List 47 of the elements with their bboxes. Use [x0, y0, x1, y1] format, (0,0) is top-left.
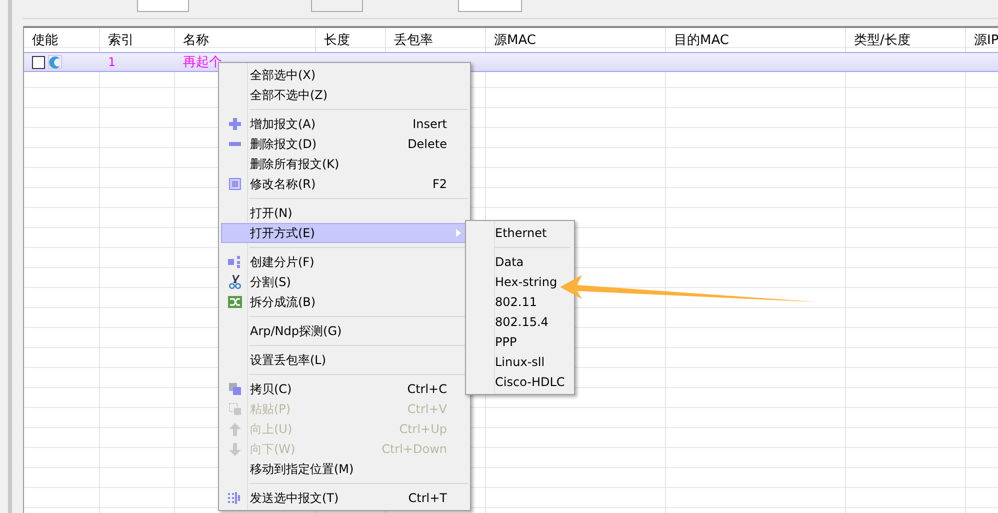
- menu-item[interactable]: 分割(S): [221, 272, 468, 292]
- menu-item[interactable]: 增加报文(A) Insert: [221, 114, 468, 134]
- menu-item[interactable]: 删除所有报文(K): [221, 154, 468, 174]
- menu-item[interactable]: 拷贝(C) Ctrl+C: [221, 379, 468, 399]
- column-header[interactable]: 目的MAC: [674, 31, 729, 49]
- submenu-arrow-icon: [456, 229, 461, 237]
- menu-item[interactable]: 设置丢包率(L): [221, 350, 468, 370]
- paste-icon: [229, 403, 241, 415]
- submenu-item[interactable]: Data: [466, 252, 574, 272]
- column-header[interactable]: 索引: [108, 31, 134, 49]
- scissors-icon: [229, 275, 241, 289]
- column-header[interactable]: 丢包率: [394, 31, 433, 49]
- plus-icon: [229, 118, 241, 130]
- column-header[interactable]: 使能: [32, 31, 58, 49]
- packet-icon: [48, 55, 62, 69]
- menu-item[interactable]: 发送选中报文(T) Ctrl+T: [221, 488, 468, 508]
- fragment-icon: [228, 256, 242, 268]
- menu-item[interactable]: 全部不选中(Z): [221, 85, 468, 105]
- submenu-item[interactable]: PPP: [466, 332, 574, 352]
- column-header[interactable]: 名称: [183, 31, 209, 49]
- index-cell: 1: [108, 55, 116, 69]
- column-header[interactable]: 类型/长度: [854, 31, 910, 49]
- name-cell-text: 再起个: [183, 54, 222, 71]
- menu-item[interactable]: 修改名称(R) F2: [221, 174, 468, 194]
- menu-item[interactable]: 拆分成流(B): [221, 292, 468, 312]
- column-header[interactable]: 源IP: [974, 31, 998, 49]
- submenu-item[interactable]: Linux-sll: [466, 352, 574, 372]
- copy-icon: [229, 383, 241, 395]
- menu-item[interactable]: 删除报文(D) Delete: [221, 134, 468, 154]
- menu-item[interactable]: 打开方式(E): [221, 223, 468, 243]
- submenu-item[interactable]: 802.11: [466, 292, 574, 312]
- menu-item[interactable]: 打开(N): [221, 203, 468, 223]
- checkbox[interactable]: [32, 56, 45, 68]
- submenu-item[interactable]: Cisco-HDLC: [466, 372, 574, 392]
- menu-item[interactable]: 创建分片(F): [221, 252, 468, 272]
- document-icon: [229, 178, 241, 190]
- submenu-item[interactable]: 802.15.4: [466, 312, 574, 332]
- down-arrow-icon: [229, 442, 241, 456]
- send-icon: [228, 492, 242, 504]
- column-header[interactable]: 源MAC: [494, 31, 536, 49]
- menu-item[interactable]: 移动到指定位置(M): [221, 459, 468, 479]
- up-arrow-icon: [229, 422, 241, 436]
- column-header[interactable]: 长度: [324, 31, 350, 49]
- submenu-item[interactable]: Ethernet: [466, 223, 574, 243]
- menu-item[interactable]: Arp/Ndp探测(G): [221, 321, 468, 341]
- split-icon: [228, 296, 242, 308]
- minus-icon: [229, 142, 241, 146]
